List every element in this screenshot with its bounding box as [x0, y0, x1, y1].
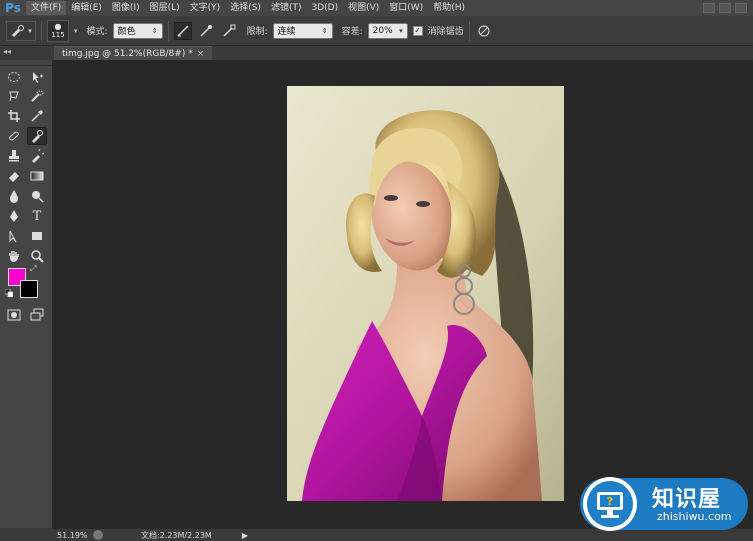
menu-layer[interactable]: 图层(L): [145, 1, 185, 15]
antialias-label: 消除锯齿: [427, 27, 464, 37]
blur-tool-icon[interactable]: [4, 187, 24, 205]
antialias-checkbox[interactable]: ✓: [412, 25, 423, 36]
chevron-down-icon[interactable]: ▾: [399, 27, 403, 35]
panel-grip[interactable]: [0, 60, 52, 66]
close-button[interactable]: [735, 3, 747, 13]
path-selection-tool-icon[interactable]: [4, 227, 24, 245]
tolerance-input[interactable]: 20% ▾: [367, 22, 408, 39]
menu-3d[interactable]: 3D(D): [306, 1, 343, 15]
tolerance-value: 20%: [372, 25, 393, 36]
separator: [167, 20, 169, 41]
menu-help[interactable]: 帮助(H): [428, 1, 470, 15]
clone-stamp-tool-icon[interactable]: [4, 147, 24, 165]
svg-text:?: ?: [607, 495, 613, 508]
menu-file[interactable]: 文件(F): [26, 1, 67, 15]
swap-colors-icon[interactable]: ⤢: [30, 264, 36, 274]
document-info: 文档:2.23M/2.23M: [141, 530, 212, 540]
menu-edit[interactable]: 编辑(E): [66, 1, 107, 15]
document-tab-title: timg.jpg @ 51.2%(RGB/8#) *: [62, 49, 193, 59]
document-tab[interactable]: timg.jpg @ 51.2%(RGB/8#) * ×: [54, 46, 213, 60]
window-controls: [703, 3, 753, 13]
tolerance-label: 容差:: [341, 27, 363, 37]
tool-preset-picker[interactable]: ▾: [6, 20, 36, 41]
history-brush-tool-icon[interactable]: [27, 147, 47, 165]
menu-type[interactable]: 文字(Y): [185, 1, 226, 15]
mode-select[interactable]: 颜色 ⇕: [112, 22, 163, 39]
menu-select[interactable]: 选择(S): [225, 1, 266, 15]
screen-mode-icon[interactable]: [27, 306, 47, 324]
mode-label: 模式:: [86, 27, 108, 37]
collapse-panel-icon[interactable]: ◂◂: [3, 47, 11, 56]
portrait-photo: [287, 86, 564, 501]
dodge-tool-icon[interactable]: [27, 187, 47, 205]
select-arrows-icon: ⇕: [151, 26, 158, 35]
menu-bar: Ps 文件(F) 编辑(E) 图像(I) 图层(L) 文字(Y) 选择(S) 滤…: [0, 0, 753, 16]
options-bar: ▾ ● 115 ▾ 模式: 颜色 ⇕ 限制: 连续 ⇕ 容差: 20% ▾ ✓ …: [0, 16, 753, 46]
limits-select[interactable]: 连续 ⇕: [272, 22, 333, 39]
maximize-button[interactable]: [719, 3, 731, 13]
limits-label: 限制:: [246, 27, 268, 37]
status-bar-left: [0, 528, 53, 541]
eraser-tool-icon[interactable]: [4, 167, 24, 185]
status-info-icon[interactable]: [93, 530, 103, 540]
chevron-down-icon[interactable]: ▾: [74, 27, 78, 35]
select-arrows-icon: ⇕: [321, 26, 328, 35]
tools-panel: T ⤢: [0, 60, 53, 541]
type-tool-icon[interactable]: T: [27, 207, 47, 225]
color-replacement-brush-icon: [12, 24, 25, 37]
zoom-level[interactable]: 51.19%: [53, 531, 88, 540]
lasso-tool-icon[interactable]: [4, 87, 24, 105]
sampling-once-icon[interactable]: [197, 22, 215, 40]
menu-window[interactable]: 窗口(W): [384, 1, 428, 15]
pen-tool-icon[interactable]: [4, 207, 24, 225]
menu-filter[interactable]: 滤镜(T): [266, 1, 307, 15]
minimize-button[interactable]: [703, 3, 715, 13]
crop-tool-icon[interactable]: [4, 107, 24, 125]
canvas-area[interactable]: [53, 60, 753, 528]
menu-view[interactable]: 视图(V): [343, 1, 384, 15]
zoom-tool-icon[interactable]: [27, 247, 47, 265]
status-menu-arrow-icon[interactable]: ▶: [242, 531, 248, 540]
color-replacement-tool-icon[interactable]: [27, 127, 47, 145]
limits-value: 连续: [277, 27, 296, 37]
separator: [41, 20, 42, 41]
document-tab-bar: ◂◂ timg.jpg @ 51.2%(RGB/8#) * ×: [0, 46, 753, 60]
close-tab-icon[interactable]: ×: [197, 49, 205, 59]
check-icon: ✓: [414, 25, 421, 35]
elliptical-marquee-tool-icon[interactable]: [4, 68, 24, 86]
menu-image[interactable]: 图像(I): [107, 1, 145, 15]
move-tool-icon[interactable]: [27, 68, 47, 86]
default-colors-icon[interactable]: [5, 289, 13, 297]
eyedropper-tool-icon[interactable]: [27, 107, 47, 125]
quick-selection-tool-icon[interactable]: [27, 87, 47, 105]
hand-tool-icon[interactable]: [4, 247, 24, 265]
brush-dot-icon: ●: [54, 21, 62, 31]
watermark-url: zhishiwu.com: [657, 510, 732, 523]
document-image[interactable]: [287, 86, 564, 501]
sampling-background-swatch-icon[interactable]: [220, 22, 238, 40]
watermark-title: 知识屋: [652, 487, 722, 512]
background-color-swatch[interactable]: [20, 280, 38, 298]
gradient-tool-icon[interactable]: [27, 167, 47, 185]
separator: [468, 20, 470, 41]
rectangle-tool-icon[interactable]: [27, 227, 47, 245]
brush-size-value: 115: [51, 30, 65, 39]
photoshop-logo: Ps: [5, 1, 21, 15]
spot-healing-brush-tool-icon[interactable]: [4, 127, 24, 145]
brush-size-picker[interactable]: ● 115: [47, 19, 69, 42]
quick-mask-icon[interactable]: [4, 306, 24, 324]
chevron-down-icon: ▾: [28, 26, 32, 35]
sampling-continuous-icon[interactable]: [173, 21, 192, 40]
mode-value: 颜色: [117, 27, 136, 37]
pressure-size-icon[interactable]: [475, 22, 493, 40]
